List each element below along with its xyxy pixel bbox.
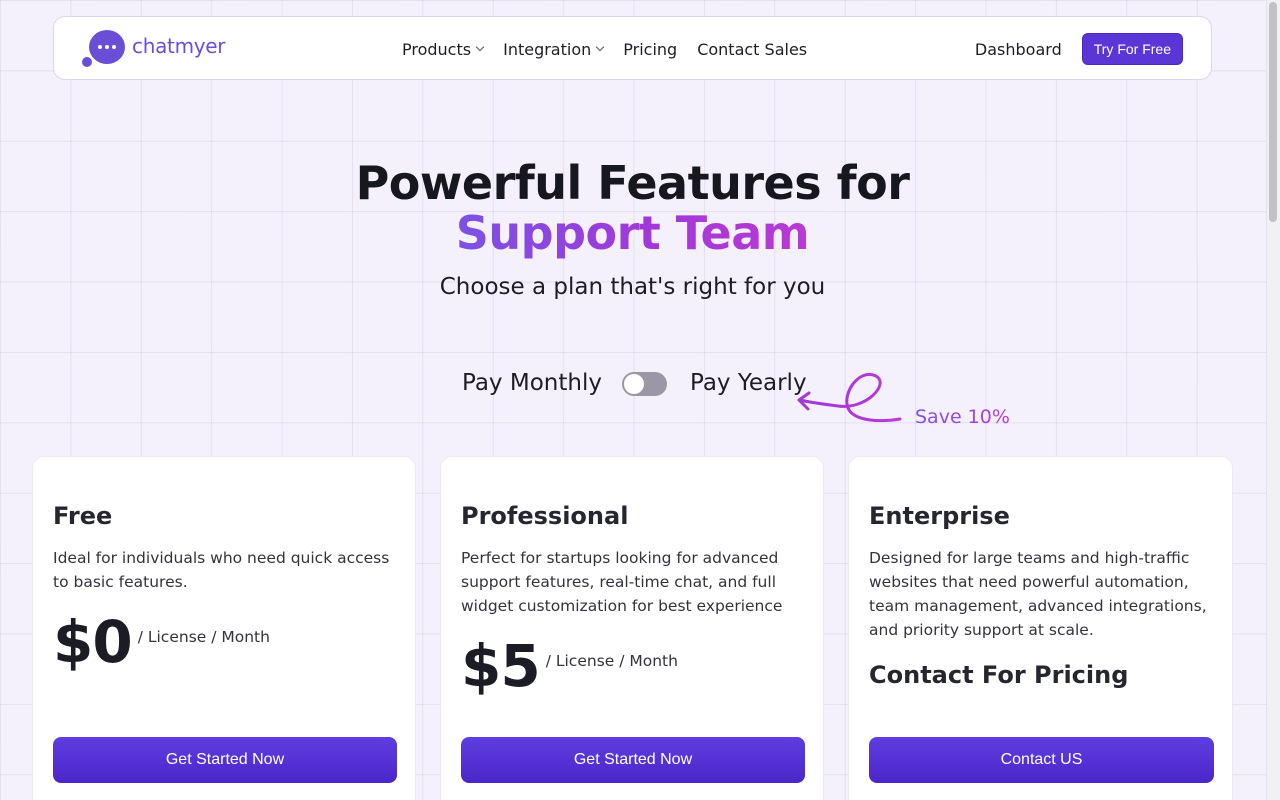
- top-navbar: chatmyer Products Integration Pricing Co…: [53, 16, 1212, 80]
- plan-price: $0 / License / Month: [53, 612, 270, 672]
- price-unit: / License / Month: [545, 652, 678, 670]
- nav-products[interactable]: Products: [402, 39, 485, 59]
- contact-us-button[interactable]: Contact US: [869, 737, 1214, 783]
- plan-card-professional: Professional Perfect for startups lookin…: [440, 456, 824, 800]
- nav-pricing[interactable]: Pricing: [623, 40, 677, 59]
- pay-monthly-label[interactable]: Pay Monthly: [462, 370, 602, 396]
- billing-period-toggle[interactable]: [622, 372, 667, 396]
- plan-description: Ideal for individuals who need quick acc…: [53, 549, 390, 591]
- plan-description: Perfect for startups looking for advance…: [461, 549, 783, 615]
- nav-contact-sales[interactable]: Contact Sales: [697, 40, 807, 59]
- plan-card-free: Free Ideal for individuals who need quic…: [32, 456, 416, 800]
- get-started-button-free[interactable]: Get Started Now: [53, 737, 397, 783]
- title-line-1: Powerful Features for: [355, 156, 910, 210]
- get-started-button-professional[interactable]: Get Started Now: [461, 737, 805, 783]
- chat-bubble-icon: [82, 30, 126, 68]
- scrollbar-thumb[interactable]: [1269, 2, 1277, 222]
- try-for-free-button[interactable]: Try For Free: [1081, 33, 1183, 65]
- page-title: Powerful Features for Support Team: [0, 158, 1265, 258]
- primary-nav: Products Integration Pricing Contact Sal…: [402, 17, 807, 81]
- plan-name: Enterprise: [869, 502, 1010, 530]
- chevron-down-icon: [596, 42, 605, 52]
- dashboard-link[interactable]: Dashboard: [975, 40, 1062, 59]
- contact-for-pricing: Contact For Pricing: [869, 661, 1129, 689]
- plan-name: Free: [53, 502, 113, 530]
- nav-actions: Dashboard Try For Free: [975, 17, 1183, 81]
- plan-card-enterprise: Enterprise Designed for large teams and …: [848, 456, 1233, 800]
- price-amount: $5: [461, 632, 541, 700]
- save-badge: Save 10%: [915, 406, 1010, 428]
- nav-pricing-label: Pricing: [623, 39, 678, 59]
- page-subtitle: Choose a plan that's right for you: [439, 274, 826, 300]
- page-scrollbar[interactable]: [1266, 0, 1280, 800]
- brand-name: chatmyer: [132, 34, 226, 58]
- plan-price: $5 / License / Month: [461, 636, 678, 696]
- price-unit: / License / Month: [137, 628, 270, 646]
- chevron-down-icon: [475, 42, 485, 52]
- pay-yearly-label[interactable]: Pay Yearly: [690, 370, 807, 396]
- nav-contact-sales-label: Contact Sales: [697, 39, 808, 59]
- curly-arrow-icon: [797, 372, 902, 423]
- nav-products-label: Products: [402, 39, 472, 59]
- plan-name: Professional: [461, 502, 629, 530]
- toggle-knob: [624, 374, 644, 394]
- brand-logo[interactable]: chatmyer: [82, 30, 226, 68]
- plan-description: Designed for large teams and high-traffi…: [869, 549, 1207, 639]
- price-amount: $0: [53, 608, 133, 676]
- nav-integration[interactable]: Integration: [503, 39, 605, 59]
- nav-integration-label: Integration: [503, 39, 592, 59]
- title-highlight: Support Team: [455, 206, 810, 260]
